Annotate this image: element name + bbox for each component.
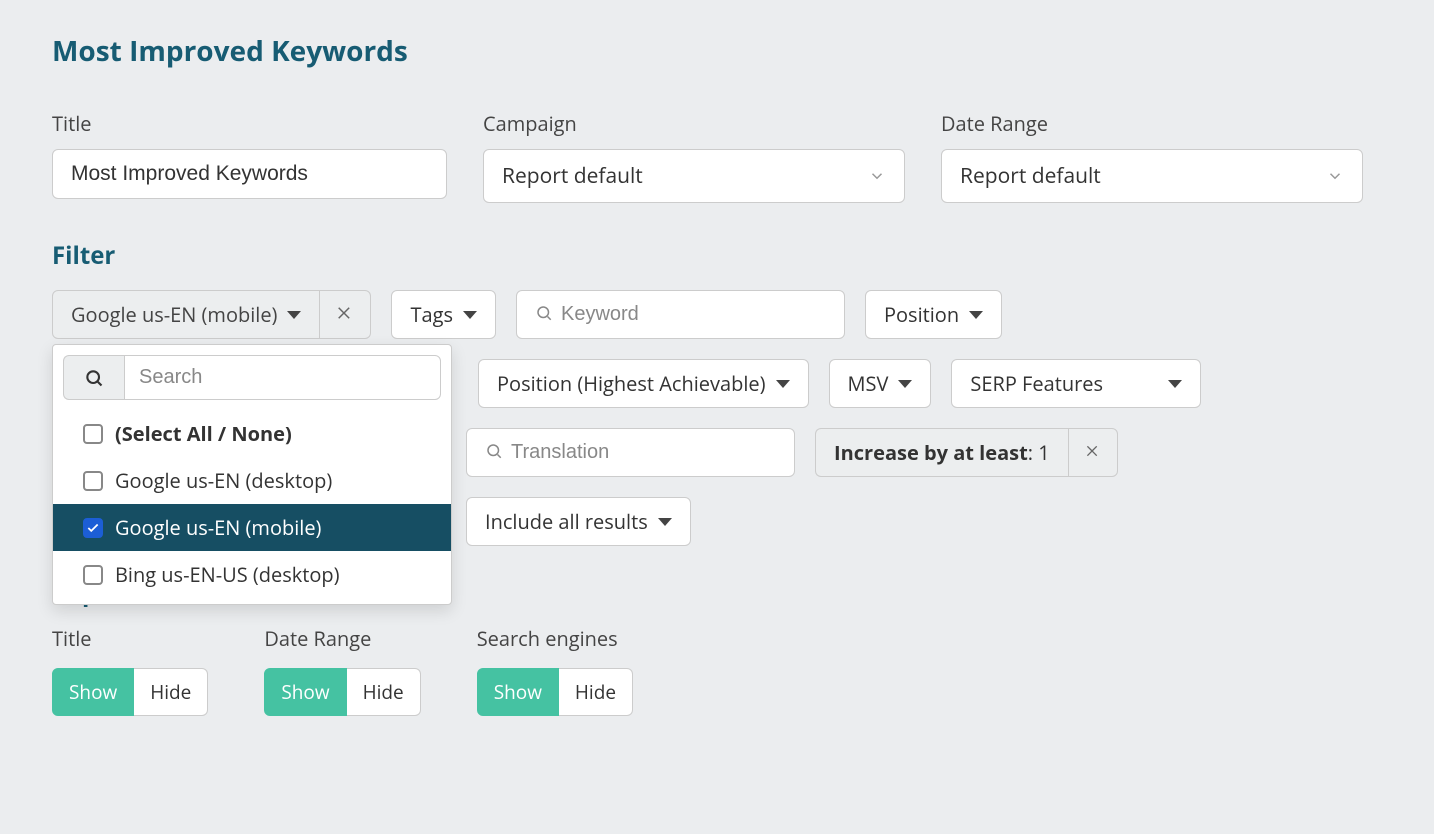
campaign-value: Report default xyxy=(502,162,643,190)
title-field-group: Title xyxy=(52,110,447,203)
caret-down-icon xyxy=(658,518,672,526)
position-highest-dropdown-button[interactable]: Position (Highest Achievable) xyxy=(478,359,809,408)
top-fields-row: Title Campaign Report default Date Range… xyxy=(52,110,1382,203)
campaign-label: Campaign xyxy=(483,110,905,137)
show-button[interactable]: Show xyxy=(52,668,134,716)
position-highest-label: Position (Highest Achievable) xyxy=(497,370,766,397)
filter-row-1: Google us-EN (mobile) Tags xyxy=(52,290,1382,339)
tags-dropdown-button[interactable]: Tags xyxy=(391,290,496,339)
translation-input[interactable] xyxy=(511,441,776,464)
popover-option-google-mobile[interactable]: Google us-EN (mobile) xyxy=(53,504,451,551)
date-range-value: Report default xyxy=(960,162,1101,190)
toggle-group: Show Hide xyxy=(52,668,208,716)
report-element-title: Title Show Hide xyxy=(52,625,208,716)
close-icon xyxy=(336,301,354,328)
search-engine-selected-label: Google us-EN (mobile) xyxy=(71,301,277,328)
toggle-group: Show Hide xyxy=(477,668,633,716)
hide-button[interactable]: Hide xyxy=(347,668,421,716)
popover-option-label: Bing us-EN-US (desktop) xyxy=(115,561,340,588)
popover-option-select-all[interactable]: (Select All / None) xyxy=(53,410,451,457)
serp-features-dropdown-button[interactable]: SERP Features xyxy=(951,359,1201,408)
position-dropdown-button[interactable]: Position xyxy=(865,290,1002,339)
caret-down-icon xyxy=(287,311,301,319)
close-icon xyxy=(1085,442,1101,464)
filter-heading: Filter xyxy=(52,239,1382,272)
search-icon xyxy=(485,439,503,466)
translation-search[interactable] xyxy=(466,428,795,477)
checkbox-icon xyxy=(83,471,103,491)
date-range-label: Date Range xyxy=(941,110,1363,137)
element-label: Date Range xyxy=(264,625,420,652)
popover-search-row xyxy=(53,345,451,410)
caret-down-icon xyxy=(776,380,790,388)
popover-option-google-desktop[interactable]: Google us-EN (desktop) xyxy=(53,457,451,504)
caret-down-icon xyxy=(969,311,983,319)
search-engine-popover: (Select All / None) Google us-EN (deskto… xyxy=(52,344,452,605)
keyword-search[interactable] xyxy=(516,290,845,339)
increase-filter-clear-button[interactable] xyxy=(1068,428,1118,477)
increase-filter-label: Increase by at least xyxy=(834,439,1028,466)
popover-option-label: Google us-EN (mobile) xyxy=(115,514,321,541)
checkbox-icon xyxy=(83,424,103,444)
msv-dropdown-button[interactable]: MSV xyxy=(829,359,932,408)
include-all-results-button[interactable]: Include all results xyxy=(466,497,691,546)
element-label: Title xyxy=(52,625,208,652)
popover-option-label: Google us-EN (desktop) xyxy=(115,467,332,494)
show-button[interactable]: Show xyxy=(477,668,559,716)
filter-area: Google us-EN (mobile) Tags xyxy=(52,290,1382,546)
keyword-input[interactable] xyxy=(561,303,826,326)
search-icon xyxy=(535,301,553,328)
increase-filter-value: 1 xyxy=(1038,439,1049,466)
report-elements-row: Title Show Hide Date Range Show Hide Sea… xyxy=(52,625,1382,716)
popover-search-input[interactable] xyxy=(124,355,441,400)
search-engine-clear-button[interactable] xyxy=(320,290,371,339)
chevron-down-icon xyxy=(868,167,886,185)
title-label: Title xyxy=(52,110,447,137)
toggle-group: Show Hide xyxy=(264,668,420,716)
caret-down-icon xyxy=(898,380,912,388)
popover-option-label: (Select All / None) xyxy=(115,420,292,447)
include-all-label: Include all results xyxy=(485,508,648,535)
checkbox-checked-icon xyxy=(83,518,103,538)
position-label: Position xyxy=(884,301,959,328)
caret-down-icon xyxy=(463,311,477,319)
increase-filter-body[interactable]: Increase by at least: 1 xyxy=(815,428,1068,477)
msv-label: MSV xyxy=(848,370,889,397)
element-label: Search engines xyxy=(477,625,633,652)
campaign-field-group: Campaign Report default xyxy=(483,110,905,203)
date-range-select[interactable]: Report default xyxy=(941,149,1363,203)
checkbox-icon xyxy=(83,565,103,585)
search-engine-dropdown-button[interactable]: Google us-EN (mobile) xyxy=(52,290,320,339)
campaign-select[interactable]: Report default xyxy=(483,149,905,203)
title-input[interactable] xyxy=(52,149,447,199)
date-range-field-group: Date Range Report default xyxy=(941,110,1363,203)
caret-down-icon xyxy=(1168,380,1182,388)
page-title: Most Improved Keywords xyxy=(52,32,1382,70)
tags-label: Tags xyxy=(410,301,453,328)
report-element-date-range: Date Range Show Hide xyxy=(264,625,420,716)
show-button[interactable]: Show xyxy=(264,668,346,716)
serp-features-label: SERP Features xyxy=(970,370,1103,397)
search-engine-selector: Google us-EN (mobile) xyxy=(52,290,371,339)
popover-option-bing-desktop[interactable]: Bing us-EN-US (desktop) xyxy=(53,551,451,598)
report-element-search-engines: Search engines Show Hide xyxy=(477,625,633,716)
hide-button[interactable]: Hide xyxy=(559,668,633,716)
hide-button[interactable]: Hide xyxy=(134,668,208,716)
search-icon xyxy=(63,355,124,400)
increase-filter-pill: Increase by at least: 1 xyxy=(815,428,1118,477)
chevron-down-icon xyxy=(1326,167,1344,185)
